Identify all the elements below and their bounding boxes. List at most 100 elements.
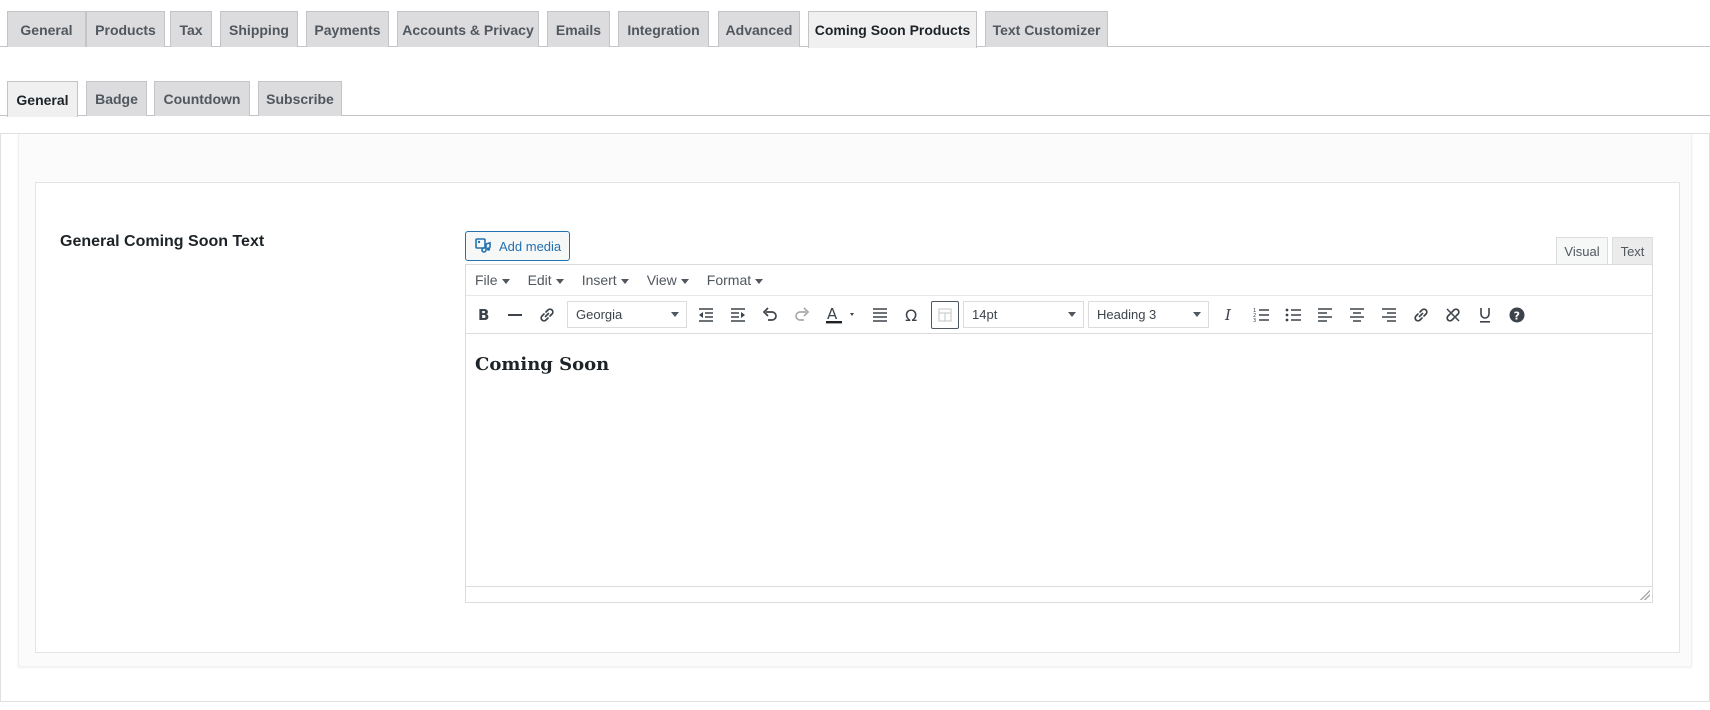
format-select[interactable]: Heading 3 (1088, 301, 1209, 328)
chevron-down-icon (755, 279, 764, 284)
editor-toolbar: B Georgia A Ω 14pt Heading 3 I 1 2 3 ? (466, 296, 1652, 334)
svg-text:?: ? (1514, 309, 1520, 322)
menu-edit[interactable]: Edit (528, 272, 564, 288)
editor-statusbar (466, 586, 1652, 602)
align-right-icon (1382, 308, 1396, 322)
bullet-list-button[interactable] (1279, 301, 1307, 329)
chevron-down-icon (620, 279, 629, 284)
text-mode-tab[interactable]: Text (1612, 237, 1653, 265)
indent-button[interactable] (724, 301, 752, 329)
chevron-down-icon (1193, 312, 1201, 317)
format-value: Heading 3 (1097, 307, 1157, 322)
add-media-label: Add media (499, 238, 562, 254)
font-family-value: Georgia (576, 307, 623, 322)
indent-icon (731, 308, 745, 322)
table-button[interactable] (931, 301, 959, 329)
bold-button[interactable]: B (469, 301, 497, 329)
menu-view[interactable]: View (647, 272, 689, 288)
unlink-button[interactable] (1439, 301, 1467, 329)
help-icon: ? (1509, 307, 1525, 323)
align-right-button[interactable] (1375, 301, 1403, 329)
subtab-subscribe[interactable]: Subscribe (258, 81, 342, 116)
content-heading: Coming Soon (475, 354, 610, 375)
subtab-countdown[interactable]: Countdown (154, 81, 250, 116)
underline-icon (1480, 308, 1490, 323)
chevron-down-icon (680, 279, 689, 284)
tab-advanced[interactable]: Advanced (718, 11, 800, 47)
tab-general[interactable]: General (7, 11, 86, 47)
redo-button[interactable] (788, 301, 816, 329)
special-character-icon: Ω (905, 306, 917, 324)
numbered-list-icon: 123 (1253, 308, 1269, 324)
tab-payments[interactable]: Payments (306, 11, 389, 47)
underline-button[interactable] (1471, 301, 1499, 329)
svg-text:I: I (1224, 307, 1232, 323)
unlink-icon (1446, 308, 1460, 322)
editor-content[interactable]: Coming Soon (466, 335, 1652, 588)
outdent-button[interactable] (692, 301, 720, 329)
horizontal-rule-button[interactable] (501, 301, 529, 329)
tab-coming-soon-products[interactable]: Coming Soon Products (808, 11, 977, 48)
menu-view-label: View (646, 272, 677, 288)
tab-tax[interactable]: Tax (170, 11, 212, 47)
menu-edit-label: Edit (527, 272, 552, 288)
tab-accounts-privacy[interactable]: Accounts & Privacy (397, 11, 539, 47)
help-button[interactable]: ? (1503, 301, 1531, 329)
chevron-down-icon (1068, 312, 1076, 317)
insert-link-icon (1414, 308, 1428, 322)
horizontal-rule-icon (508, 314, 522, 316)
svg-text:3: 3 (1253, 318, 1256, 324)
settings-panel: General Coming Soon Text Add media Visua… (0, 133, 1710, 702)
tab-text-customizer[interactable]: Text Customizer (985, 11, 1108, 47)
special-character-button[interactable]: Ω (898, 301, 926, 329)
svg-text:B: B (478, 307, 489, 323)
text-color-icon: A (826, 305, 854, 324)
link-icon (540, 308, 554, 322)
svg-text:A: A (827, 305, 838, 323)
numbered-list-button[interactable]: 123 (1247, 301, 1275, 329)
tab-products[interactable]: Products (86, 11, 165, 47)
editor-menubar: File Edit Insert View Format (466, 265, 1652, 296)
align-left-icon (1318, 308, 1332, 322)
menu-file[interactable]: File (475, 272, 510, 288)
align-left-button[interactable] (1311, 301, 1339, 329)
chevron-down-icon (671, 312, 679, 317)
tab-integration[interactable]: Integration (618, 11, 709, 47)
svg-text:Ω: Ω (905, 306, 917, 324)
visual-mode-tab[interactable]: Visual (1556, 237, 1608, 265)
rich-text-editor: File Edit Insert View Format B Georgia A… (465, 264, 1653, 603)
redo-icon (795, 307, 810, 321)
field-label: General Coming Soon Text (60, 233, 265, 250)
table-icon (938, 308, 952, 322)
tab-emails[interactable]: Emails (547, 11, 610, 47)
font-size-value: 14pt (972, 307, 998, 322)
insert-link-button[interactable] (1407, 301, 1435, 329)
menu-format[interactable]: Format (706, 272, 764, 288)
add-media-button[interactable]: Add media (465, 231, 570, 261)
undo-button[interactable] (756, 301, 784, 329)
menu-insert[interactable]: Insert (582, 272, 629, 288)
menu-format-label: Format (706, 272, 752, 288)
resize-handle-icon[interactable] (1640, 590, 1650, 600)
align-center-icon (1350, 308, 1364, 322)
settings-tabs: General Products Tax Shipping Payments A… (0, 0, 1710, 48)
field-row: General Coming Soon Text Add media Visua… (35, 182, 1680, 653)
font-size-select[interactable]: 14pt (963, 301, 1084, 328)
settings-card: General Coming Soon Text Add media Visua… (18, 134, 1692, 667)
chevron-down-icon (501, 279, 510, 284)
bold-icon: B (478, 307, 489, 323)
tab-shipping[interactable]: Shipping (220, 11, 298, 47)
undo-icon (762, 307, 777, 321)
justify-button[interactable] (866, 301, 894, 329)
text-color-button[interactable]: A (820, 301, 864, 329)
subtab-badge[interactable]: Badge (86, 81, 147, 116)
link-button[interactable] (533, 301, 561, 329)
font-family-select[interactable]: Georgia (567, 301, 687, 328)
italic-icon: I (1224, 307, 1232, 323)
bullet-list-icon (1285, 308, 1301, 322)
subtab-general[interactable]: General (7, 81, 78, 117)
justify-icon (873, 308, 887, 322)
align-center-button[interactable] (1343, 301, 1371, 329)
italic-button[interactable]: I (1215, 301, 1243, 329)
menu-insert-label: Insert (581, 272, 617, 288)
